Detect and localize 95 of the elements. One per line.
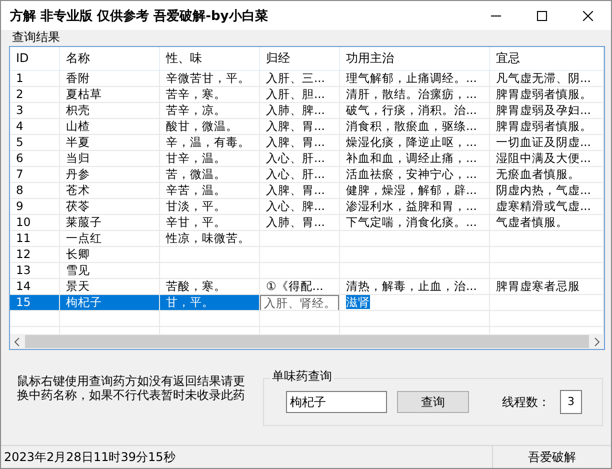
- table-cell: 补血和血，调经止痛，...: [340, 151, 490, 167]
- table-cell: 一切血证及阴虚...: [490, 135, 604, 151]
- table-cell: 理气解郁，止痛调经。...: [340, 71, 490, 87]
- table-cell: 3: [10, 103, 60, 119]
- herb-input-field[interactable]: 枸杞子: [286, 391, 387, 413]
- table-cell: 7: [10, 167, 60, 183]
- table-cell: 入肺、胃...: [260, 215, 340, 231]
- scroll-left-icon[interactable]: [13, 336, 21, 346]
- table-cell: 苦，微温。: [160, 167, 260, 183]
- table-cell: 6: [10, 151, 60, 167]
- table-cell: 渗湿利水，益脾和胃，...: [340, 199, 490, 215]
- table-cell: 当归: [60, 151, 160, 167]
- table-cell: 雪见: [60, 263, 160, 279]
- group-title: 单味药查询: [270, 368, 334, 385]
- table-cell: 健脾，燥湿，解郁，辟...: [340, 183, 490, 199]
- table-cell: 8: [10, 183, 60, 199]
- help-text: 鼠标右键使用查询药方如没有返回结果请更换中药名称，如果不行代表暂时未收录此药: [17, 373, 246, 404]
- column-header[interactable]: 功用主治: [340, 47, 490, 71]
- scroll-right-icon[interactable]: [593, 336, 601, 346]
- table-cell: 入脾、胃...: [260, 119, 340, 135]
- table-cell: 山楂: [60, 119, 160, 135]
- table-cell: 12: [10, 247, 60, 263]
- window-title: 方解 非专业版 仅供参考 吾爱破解-by小白菜: [10, 8, 269, 24]
- column-header[interactable]: 归经: [260, 47, 340, 71]
- table-cell: 活血祛瘀，安神宁心，...: [340, 167, 490, 183]
- table-cell: 2: [10, 87, 60, 103]
- table-cell: 甘淡，平。: [160, 199, 260, 215]
- table-cell: 半夏: [60, 135, 160, 151]
- table-cell: 凡气虚无滞、阴...: [490, 71, 604, 87]
- table-cell: 辛微苦甘，平。: [160, 71, 260, 87]
- table-cell: 辛甘，平。: [160, 215, 260, 231]
- table-cell: 入肝、胆...: [260, 87, 340, 103]
- table-cell: 辛苦，温。: [160, 183, 260, 199]
- table-cell: 苍术: [60, 183, 160, 199]
- table-cell: 无瘀血者慎服。: [490, 167, 604, 183]
- table-cell: 甘辛，温。: [160, 151, 260, 167]
- table-cell: 一点红: [60, 231, 160, 247]
- cell-editor[interactable]: 入肝、肾经。: [260, 295, 339, 310]
- query-button[interactable]: 查询: [397, 391, 469, 413]
- table-cell: 4: [10, 119, 60, 135]
- table-cell: 消食积，散瘀血，驱绦...: [340, 119, 490, 135]
- table-cell: 辛，温，有毒。: [160, 135, 260, 151]
- table-cell: 脾胃虚寒者忌服: [490, 279, 604, 295]
- table-cell: 丹参: [60, 167, 160, 183]
- table-cell: 虚寒精滑或气虚...: [490, 199, 604, 215]
- table-cell: 夏枯草: [60, 87, 160, 103]
- status-text: 吾爱破解: [492, 446, 611, 468]
- table-cell: 入心、肝...: [260, 151, 340, 167]
- horizontal-scrollbar[interactable]: [10, 334, 604, 349]
- table-cell: 脾胃虚弱及孕妇...: [490, 103, 604, 119]
- maximize-icon[interactable]: [537, 10, 547, 20]
- table-cell: 苦辛，寒。: [160, 87, 260, 103]
- table-cell: 入脾、胃...: [260, 135, 340, 151]
- table-cell: 5: [10, 135, 60, 151]
- thread-count-field[interactable]: 3: [560, 390, 582, 414]
- table-cell: 湿阻中满及大便...: [490, 151, 604, 167]
- table-cell: 下气定喘，消食化痰。...: [340, 215, 490, 231]
- close-icon[interactable]: [583, 10, 593, 20]
- table-cell: 15: [10, 295, 60, 311]
- column-header[interactable]: ID: [10, 47, 60, 71]
- table-cell: 入心、脾...: [260, 199, 340, 215]
- table-cell: 长卿: [60, 247, 160, 263]
- table-cell: 10: [10, 215, 60, 231]
- table-cell: 茯苓: [60, 199, 160, 215]
- table-cell: 性凉，味微苦。: [160, 231, 260, 247]
- table-cell: 气虚者慎服。: [490, 215, 604, 231]
- table-cell: 13: [10, 263, 60, 279]
- table-cell: 香附: [60, 71, 160, 87]
- table-cell: 燥湿化痰，降逆止呕，...: [340, 135, 490, 151]
- table-cell: 清肝，散结。治瘰疬，...: [340, 87, 490, 103]
- table-cell: 入脾、胃...: [260, 183, 340, 199]
- thread-count-label: 线程数：: [502, 394, 550, 410]
- table-cell: [10, 311, 60, 327]
- table-cell: 莱菔子: [60, 215, 160, 231]
- table-cell: 苦辛，凉。: [160, 103, 260, 119]
- table-cell: 酸甘，微温。: [160, 119, 260, 135]
- table-cell: 枸杞子: [60, 295, 160, 311]
- status-datetime: 2023年2月28日11时39分15秒: [3, 448, 176, 466]
- column-header[interactable]: 宜忌: [490, 47, 604, 71]
- table-cell: 甘，平。: [160, 295, 260, 311]
- table-cell: 9: [10, 199, 60, 215]
- column-header[interactable]: 性、味: [160, 47, 260, 71]
- table-cell: 11: [10, 231, 60, 247]
- table-cell: 1: [10, 71, 60, 87]
- table-cell: 阴虚内热，气虚...: [490, 183, 604, 199]
- table-cell: 脾胃虚弱者慎服。: [490, 119, 604, 135]
- table-cell: 破气，行痰，消积。治...: [340, 103, 490, 119]
- table-cell: 枳壳: [60, 103, 160, 119]
- table-cell: 入肝、三...: [260, 71, 340, 87]
- group-title: 查询结果: [11, 30, 61, 44]
- column-header[interactable]: 名称: [60, 47, 160, 71]
- table-cell: 滋肾: [346, 295, 370, 309]
- table-cell: 入肺、脾...: [260, 103, 340, 119]
- table-cell: 入心、肝...: [260, 167, 340, 183]
- table-cell: 脾胃虚弱者慎服。: [490, 87, 604, 103]
